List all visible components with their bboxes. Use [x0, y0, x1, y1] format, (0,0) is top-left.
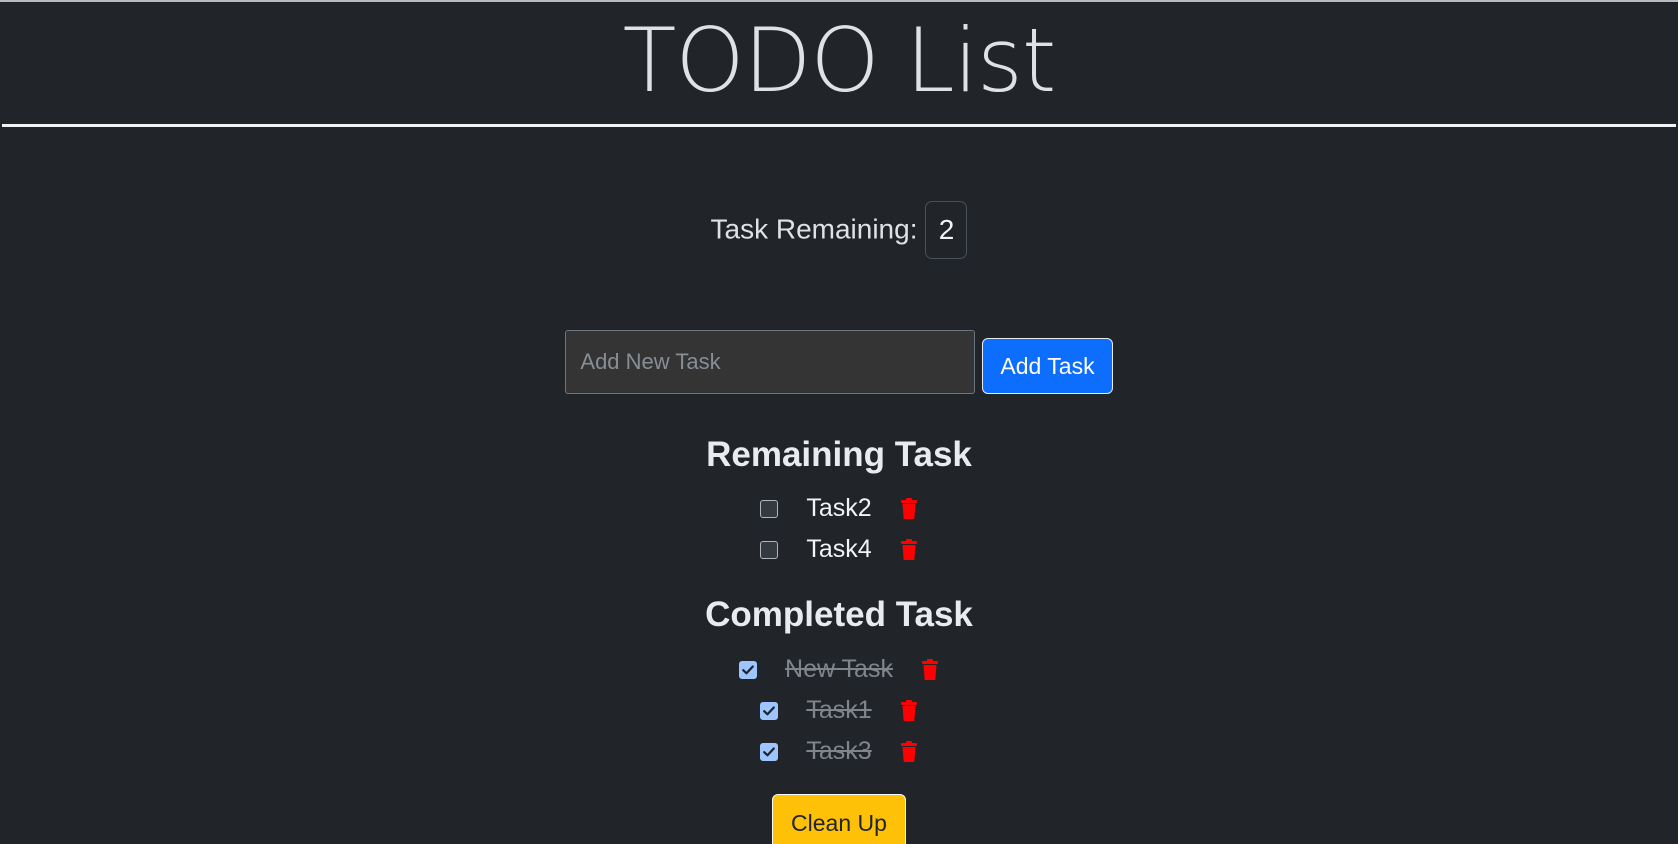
add-task-form: Add Task: [0, 330, 1678, 394]
task-label: Task2: [806, 494, 872, 522]
completed-task-item: New Task: [0, 649, 1678, 690]
task-counter-badge: 2: [925, 200, 968, 259]
trash-icon[interactable]: [900, 497, 918, 520]
completed-task-list: New Task Task1 Task3: [0, 649, 1678, 772]
remaining-task-list: Task2 Task4: [0, 488, 1678, 570]
completed-task-item: Task1: [0, 690, 1678, 731]
remaining-task-item: Task2: [0, 488, 1678, 529]
task-checkbox[interactable]: [760, 701, 779, 720]
new-task-input[interactable]: [565, 330, 976, 394]
add-task-button[interactable]: Add Task: [982, 338, 1113, 394]
task-label: Task3: [806, 737, 872, 765]
task-checkbox[interactable]: [760, 499, 779, 518]
trash-icon[interactable]: [900, 699, 918, 722]
remaining-task-heading: Remaining Task: [706, 435, 972, 474]
checkmark-icon: [763, 705, 776, 715]
checkmark-icon: [742, 664, 754, 674]
completed-task-item: Task3: [0, 731, 1678, 772]
clean-up-button[interactable]: Clean Up: [772, 794, 906, 844]
task-checkbox[interactable]: [760, 540, 779, 559]
task-label: New Task: [785, 655, 893, 683]
task-counter-label: Task Remaining:: [710, 213, 918, 245]
task-counter: Task Remaining: 2: [0, 198, 1678, 260]
remaining-task-item: Task4: [0, 529, 1678, 570]
checkmark-icon: [763, 746, 776, 756]
page-header: TODO List: [2, 2, 1676, 127]
task-checkbox[interactable]: [739, 660, 758, 679]
completed-task-heading: Completed Task: [705, 595, 973, 634]
task-checkbox[interactable]: [760, 742, 779, 761]
trash-icon[interactable]: [900, 740, 918, 763]
trash-icon[interactable]: [900, 538, 918, 561]
trash-icon[interactable]: [921, 658, 939, 681]
task-label: Task4: [806, 535, 872, 563]
page-title: TODO List: [622, 9, 1057, 112]
todo-page: TODO List Task Remaining:2 Add Task Rema…: [0, 0, 1678, 844]
task-label: Task1: [806, 696, 872, 724]
